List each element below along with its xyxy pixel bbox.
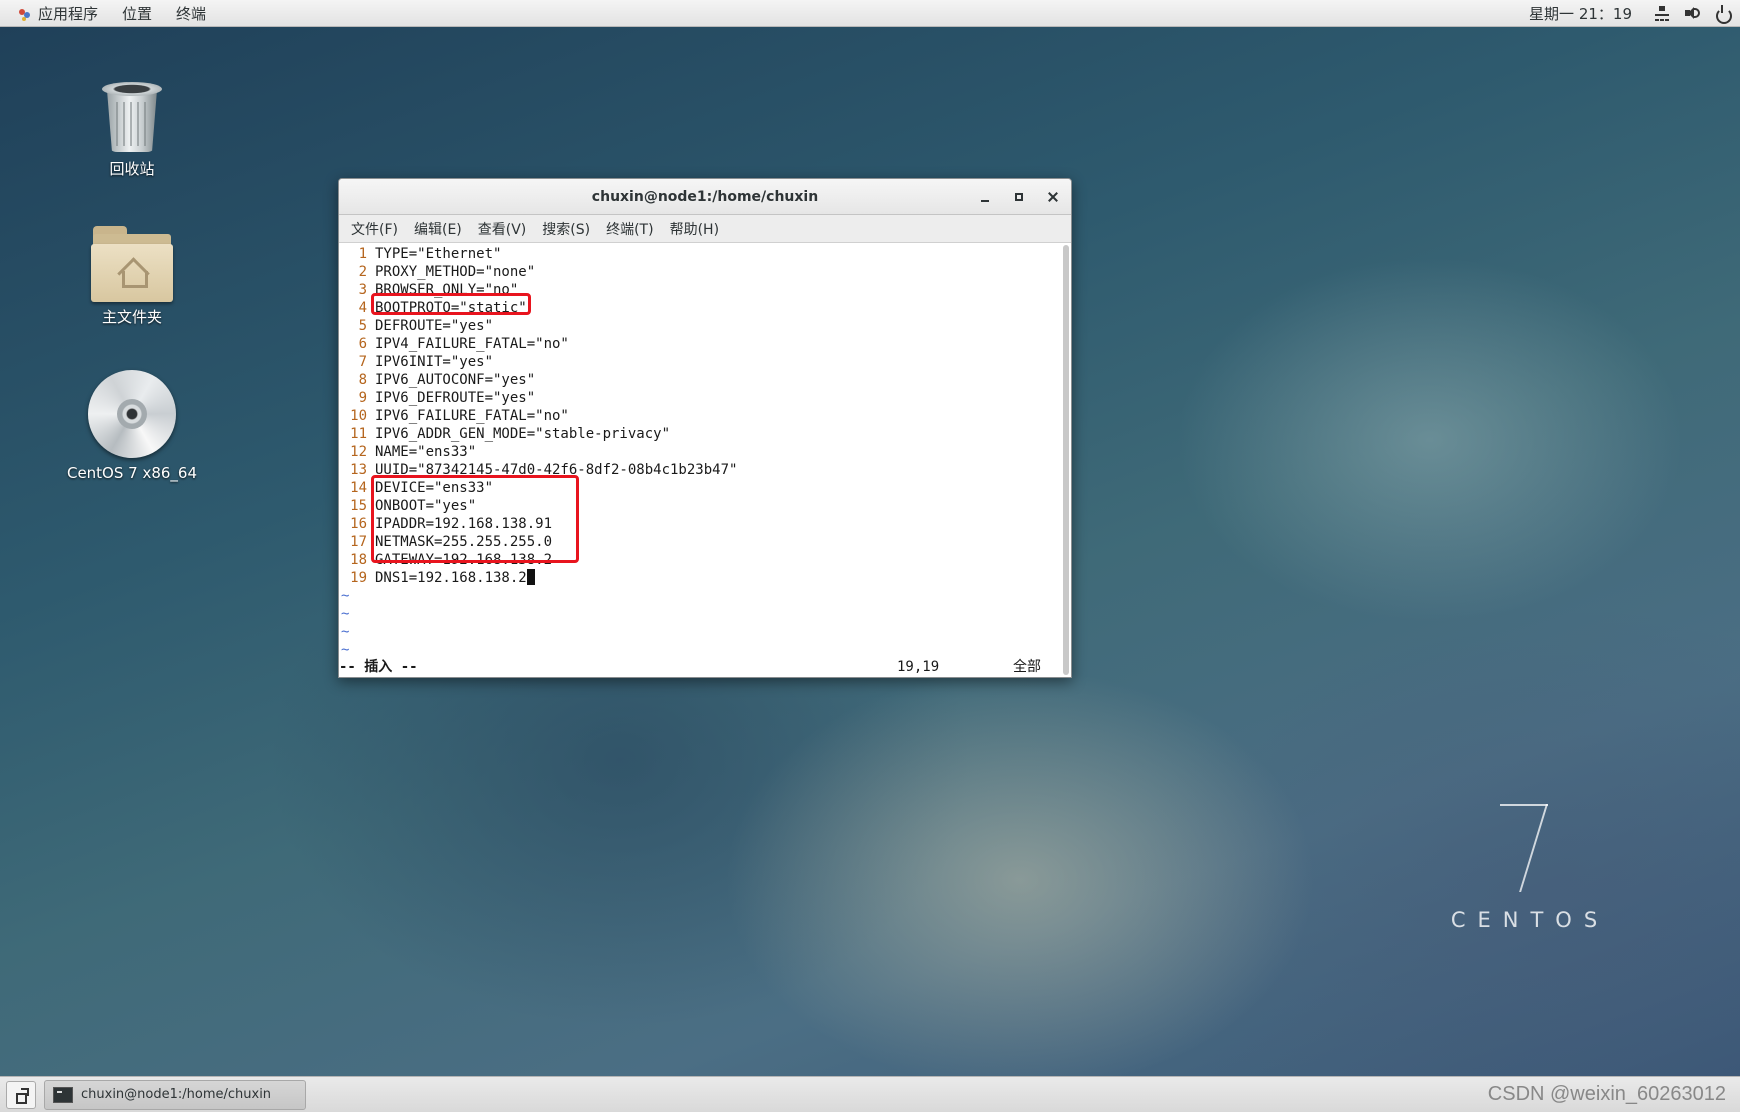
line-number: 18 xyxy=(350,552,367,568)
status-position: 19,19 xyxy=(897,659,940,675)
menu-file[interactable]: 文件(F) xyxy=(343,219,406,239)
line-number: 13 xyxy=(350,462,367,478)
editor-line: 10 IPV6_FAILURE_FATAL="no" xyxy=(339,407,1057,425)
applications-icon xyxy=(18,6,32,20)
line-number: 15 xyxy=(350,498,367,514)
line-text: NAME="ens33" xyxy=(375,444,477,460)
maximize-icon[interactable] xyxy=(1009,187,1029,207)
line-text: DNS1=192.168.138.2 xyxy=(375,570,527,586)
editor-line: 6 IPV4_FAILURE_FATAL="no" xyxy=(339,335,1057,353)
line-number: 2 xyxy=(358,264,367,280)
line-text: IPV6_ADDR_GEN_MODE="stable-privacy" xyxy=(375,426,671,442)
network-icon[interactable] xyxy=(1654,5,1670,21)
centos-logo-text: CENTOS xyxy=(1450,908,1610,932)
top-panel: 应用程序 位置 终端 星期一 21：19 xyxy=(0,0,1740,27)
terminal-app-menu[interactable]: 终端 xyxy=(164,0,218,26)
terminal-content[interactable]: 1 TYPE="Ethernet" 2 PROXY_METHOD="none" 3 BRO… xyxy=(339,243,1071,677)
empty-line-tilde: ~ xyxy=(341,588,350,604)
line-number: 8 xyxy=(358,372,367,388)
highlight-box-bootproto xyxy=(371,293,531,315)
line-text: PROXY_METHOD="none" xyxy=(375,264,536,280)
vim-statusline: -- 插入 -- 19,19 全部 xyxy=(339,657,1057,677)
editor-line: 2 PROXY_METHOD="none" xyxy=(339,263,1057,281)
volume-icon[interactable] xyxy=(1684,5,1700,21)
desktop-icon-cd-label: CentOS 7 x86_64 xyxy=(66,464,198,482)
line-text: IPV6_AUTOCONF="yes" xyxy=(375,372,536,388)
line-number: 9 xyxy=(358,390,367,406)
empty-line-tilde: ~ xyxy=(341,624,350,640)
taskbar-terminal-label: chuxin@node1:/home/chuxin xyxy=(81,1087,272,1102)
home-folder-icon xyxy=(91,224,173,302)
empty-line-tilde: ~ xyxy=(341,606,350,622)
desktop-icon-trash-label: 回收站 xyxy=(109,160,155,178)
line-text: TYPE="Ethernet" xyxy=(375,246,502,262)
line-number: 1 xyxy=(358,246,367,262)
menu-terminal[interactable]: 终端(T) xyxy=(598,219,661,239)
bottom-panel: chuxin@node1:/home/chuxin CSDN @weixin_6… xyxy=(0,1076,1740,1112)
status-mode: -- 插入 -- xyxy=(339,659,418,675)
line-number: 19 xyxy=(350,570,367,586)
line-text: IPV6_FAILURE_FATAL="no" xyxy=(375,408,569,424)
editor-line: 1 TYPE="Ethernet" xyxy=(339,245,1057,263)
editor-line: 9 IPV6_DEFROUTE="yes" xyxy=(339,389,1057,407)
terminal-app-menu-label: 终端 xyxy=(176,4,207,23)
show-desktop-icon[interactable] xyxy=(6,1080,36,1109)
power-icon[interactable] xyxy=(1714,5,1732,24)
line-number: 3 xyxy=(358,282,367,298)
editor-line: 11 IPV6_ADDR_GEN_MODE="stable-privacy" xyxy=(339,425,1057,443)
editor-line: 19 DNS1=192.168.138.2 xyxy=(339,569,1057,587)
line-number: 14 xyxy=(350,480,367,496)
clock[interactable]: 星期一 21：19 xyxy=(1529,3,1632,24)
terminal-scrollbar[interactable] xyxy=(1063,245,1069,675)
line-number: 11 xyxy=(350,426,367,442)
line-text: DEFROUTE="yes" xyxy=(375,318,494,334)
text-cursor xyxy=(526,569,535,585)
watermark: CSDN @weixin_60263012 xyxy=(1487,1083,1726,1105)
line-number: 16 xyxy=(350,516,367,532)
line-number: 12 xyxy=(350,444,367,460)
line-text: IPV6INIT="yes" xyxy=(375,354,494,370)
cd-disc-icon xyxy=(88,370,176,458)
trash-icon xyxy=(102,80,162,154)
applications-menu[interactable]: 应用程序 xyxy=(0,0,110,26)
line-number: 6 xyxy=(358,336,367,352)
minimize-icon[interactable] xyxy=(975,187,995,207)
line-text: IPV6_DEFROUTE="yes" xyxy=(375,390,536,406)
desktop-icon-home[interactable]: 主文件夹 xyxy=(52,224,212,327)
window-title: chuxin@node1:/home/chuxin xyxy=(591,188,819,205)
line-number: 4 xyxy=(358,300,367,316)
desktop-icon-cd[interactable]: CentOS 7 x86_64 xyxy=(52,370,212,482)
line-number: 7 xyxy=(358,354,367,370)
terminal-window[interactable]: chuxin@node1:/home/chuxin 文件(F) 编辑(E) 查看… xyxy=(338,178,1072,678)
close-icon[interactable] xyxy=(1043,187,1063,207)
menu-view[interactable]: 查看(V) xyxy=(470,219,535,239)
taskbar-terminal-button[interactable]: chuxin@node1:/home/chuxin xyxy=(44,1079,306,1110)
desktop-icon-trash[interactable]: 回收站 xyxy=(52,80,212,179)
editor-line: 5 DEFROUTE="yes" xyxy=(339,317,1057,335)
menu-search[interactable]: 搜索(S) xyxy=(534,219,598,239)
editor-line: 7 IPV6INIT="yes" xyxy=(339,353,1057,371)
line-number: 5 xyxy=(358,318,367,334)
editor-line: 12 NAME="ens33" xyxy=(339,443,1057,461)
line-number: 17 xyxy=(350,534,367,550)
desktop-icon-home-label: 主文件夹 xyxy=(101,308,162,326)
window-titlebar[interactable]: chuxin@node1:/home/chuxin xyxy=(339,179,1071,215)
line-text: IPV4_FAILURE_FATAL="no" xyxy=(375,336,569,352)
line-number: 10 xyxy=(350,408,367,424)
applications-menu-label: 应用程序 xyxy=(38,4,99,23)
places-menu[interactable]: 位置 xyxy=(110,0,164,26)
centos-logo: CENTOS xyxy=(1440,800,1620,940)
menu-edit[interactable]: 编辑(E) xyxy=(406,219,470,239)
highlight-box-network xyxy=(371,475,579,563)
window-menubar: 文件(F) 编辑(E) 查看(V) 搜索(S) 终端(T) 帮助(H) xyxy=(339,215,1071,243)
status-scope: 全部 xyxy=(1013,659,1041,675)
editor-line: 8 IPV6_AUTOCONF="yes" xyxy=(339,371,1057,389)
places-menu-label: 位置 xyxy=(122,4,153,23)
menu-help[interactable]: 帮助(H) xyxy=(662,219,727,239)
centos-seven-mark xyxy=(1498,800,1558,890)
terminal-icon xyxy=(53,1086,73,1103)
